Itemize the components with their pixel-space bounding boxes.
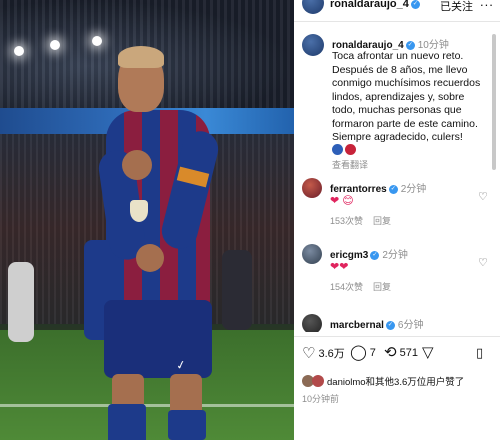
comment-time: 6分钟 [397,320,424,331]
background-player [222,250,252,330]
post-header: ronaldaraujo_4 ✓ 已关注 ... [294,0,500,22]
repost-icon: ⟲ [384,344,397,361]
post-timestamp: 10分钟前 [302,394,340,404]
verified-icon: ✓ [385,320,395,330]
caption-emojis [332,144,356,155]
player-sock [108,404,146,440]
stadium-light [92,36,102,46]
commenter-avatar[interactable] [302,314,322,332]
club-crest [130,200,148,222]
comment-item: ferrantorres ✓ 2分钟 ❤ 😊 153次赞 回复 ♡ [302,178,488,238]
comment-button[interactable]: ◯ 7 [350,345,376,360]
player-shorts [104,300,212,378]
commenter-avatar[interactable] [302,178,322,198]
post-actions: ♡ 3.6万 ◯ 7 ⟲ 571 ▽ ▯ [294,336,500,370]
comment-time: 2分钟 [400,184,427,195]
comment-text: ❤ [330,195,340,207]
comments-section[interactable]: ronaldaraujo_4 ✓ 10分钟 Toca afrontar un nue… [294,28,500,332]
author-avatar[interactable] [302,0,324,14]
blue-circle-emoji-icon [332,144,343,155]
post-sidebar: ronaldaraujo_4 ✓ 已关注 ... ronaldaraujo_4 ✓ 1… [294,0,500,440]
comment-count: 7 [369,346,376,359]
follow-button[interactable]: 已关注 [440,0,473,14]
verified-icon: ✓ [410,0,420,9]
like-comment-heart-icon[interactable]: ♡ [478,256,488,269]
comment-body: ❤ 😊 [330,194,354,207]
translate-link[interactable]: 查看翻译 [332,158,368,171]
stadium-light [50,40,60,50]
commenter-username[interactable]: ferrantorres ✓ 2分钟 [330,180,426,195]
player-hair [118,46,164,68]
comments-scrollbar[interactable] [492,34,496,170]
comment-meta: 154次赞 回复 [330,280,401,293]
comment-item: marcbernal ✓ 6分钟 [302,314,488,332]
comment-likes[interactable]: 153次赞 [330,216,363,226]
reply-button[interactable]: 回复 [373,216,391,226]
author-username[interactable]: ronaldaraujo_4 ✓ [330,0,420,10]
commenter-username[interactable]: marcbernal ✓ 6分钟 [330,316,423,331]
player-sock [168,410,206,440]
author-username-text[interactable]: ronaldaraujo_4 [330,0,409,10]
caption-text: Toca afrontar un nuevo reto. Después de … [332,50,481,143]
reply-button[interactable]: 回复 [373,282,391,292]
repost-button[interactable]: ⟲ 571 [384,345,418,360]
comment-time: 2分钟 [382,250,408,261]
pitch-line [0,404,294,407]
commenter-avatar[interactable] [302,244,322,264]
heart-icon: ♡ [302,344,316,362]
author-avatar[interactable] [302,34,324,56]
comment-body: ❤❤ [330,261,349,273]
send-icon: ▽ [422,344,434,361]
player-fist [122,150,152,180]
comment-likes[interactable]: 154次赞 [330,282,363,292]
liker-avatar [312,375,324,387]
caption-header: ronaldaraujo_4 ✓ 10分钟 [332,36,449,51]
repost-count: 571 [399,346,418,359]
like-comment-heart-icon[interactable]: ♡ [478,190,488,203]
like-button[interactable]: ♡ 3.6万 [302,345,345,361]
comment-item: ericgm3 ✓ 2分钟 ❤❤ 154次赞 回复 ♡ [302,244,488,304]
post-photo[interactable]: ✓ [0,0,294,440]
stadium-light [14,46,24,56]
background-player [8,262,34,342]
verified-icon: ✓ [370,250,380,260]
player-hand [136,244,164,272]
comment-meta: 153次赞 回复 [330,214,401,227]
more-options-icon[interactable]: ... [480,0,494,9]
comment-bubble-icon: ◯ [350,344,367,361]
share-button[interactable]: ▽ [422,345,434,360]
commenter-username[interactable]: ericgm3 ✓ 2分钟 [330,246,408,261]
commenter-username-text[interactable]: marcbernal [330,320,384,331]
verified-icon: ✓ [405,40,415,50]
red-circle-emoji-icon [345,144,356,155]
verified-icon: ✓ [388,184,398,194]
likes-summary-text: daniolmo和其他3.6万位用户赞了 [327,377,465,388]
smiling-face-emoji-icon: 😊 [342,195,354,207]
like-count: 3.6万 [318,348,345,360]
likes-summary[interactable]: daniolmo和其他3.6万位用户赞了 [302,374,464,388]
bookmark-icon[interactable]: ▯ [476,345,483,361]
